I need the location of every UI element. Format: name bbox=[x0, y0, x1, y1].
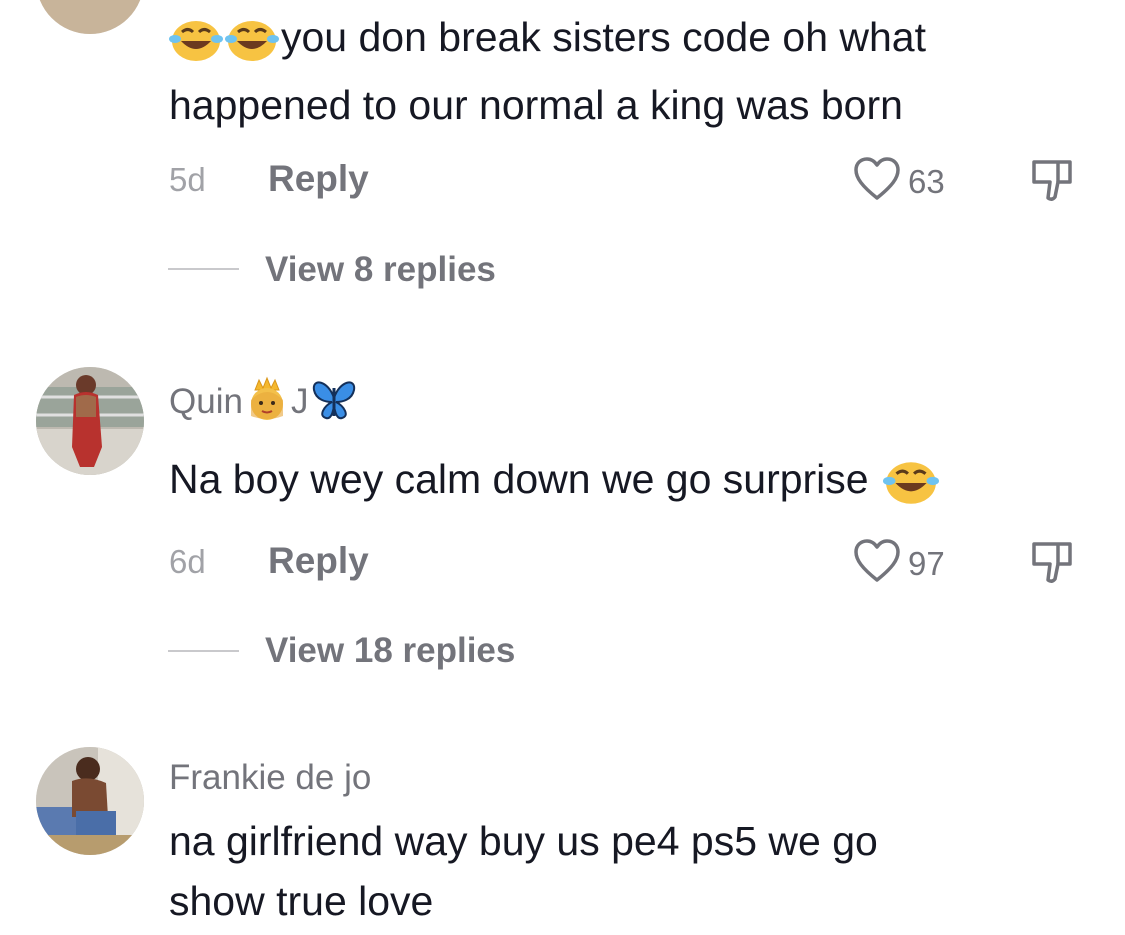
avatar[interactable] bbox=[36, 0, 144, 34]
like-count: 63 bbox=[908, 162, 945, 200]
username[interactable]: Quin J bbox=[169, 376, 358, 431]
dislike-button[interactable] bbox=[1028, 538, 1076, 586]
like-count: 97 bbox=[908, 544, 945, 582]
divider bbox=[168, 268, 239, 270]
like-button[interactable]: 63 bbox=[852, 156, 945, 207]
view-replies-button[interactable]: View 8 replies bbox=[265, 250, 496, 290]
username[interactable]: Frankie de jo bbox=[169, 758, 371, 798]
thumbs-down-icon bbox=[1032, 160, 1072, 202]
comment-text-line: show true love bbox=[169, 878, 434, 924]
dislike-button[interactable] bbox=[1028, 156, 1076, 204]
princess-emoji-icon bbox=[245, 376, 289, 431]
view-replies-button[interactable]: View 18 replies bbox=[265, 631, 515, 671]
thumbs-down-icon bbox=[1032, 542, 1072, 584]
divider bbox=[168, 650, 239, 652]
reply-button[interactable]: Reply bbox=[268, 158, 369, 200]
like-button[interactable]: 97 bbox=[852, 538, 945, 589]
comment-text: you don break sisters code oh what bbox=[169, 6, 926, 68]
comment-time: 5d bbox=[169, 161, 206, 198]
reply-button[interactable]: Reply bbox=[268, 540, 369, 582]
avatar[interactable] bbox=[36, 747, 144, 855]
laughing-emoji-icon bbox=[223, 17, 281, 63]
avatar[interactable] bbox=[36, 367, 144, 475]
heart-icon bbox=[852, 538, 902, 589]
comment-time: 6d bbox=[169, 543, 206, 580]
laughing-emoji-icon bbox=[882, 458, 939, 506]
laughing-emoji-icon bbox=[169, 17, 223, 63]
comment-text-line: you don break sisters code oh what bbox=[281, 14, 926, 60]
comment-text-line: happened to our normal a king was born bbox=[169, 82, 903, 128]
comment-text: Na boy wey calm down we go surprise bbox=[169, 448, 939, 510]
heart-icon bbox=[852, 156, 902, 207]
comment-text-line: na girlfriend way buy us pe4 ps5 we go bbox=[169, 818, 878, 864]
butterfly-emoji-icon bbox=[310, 376, 358, 431]
